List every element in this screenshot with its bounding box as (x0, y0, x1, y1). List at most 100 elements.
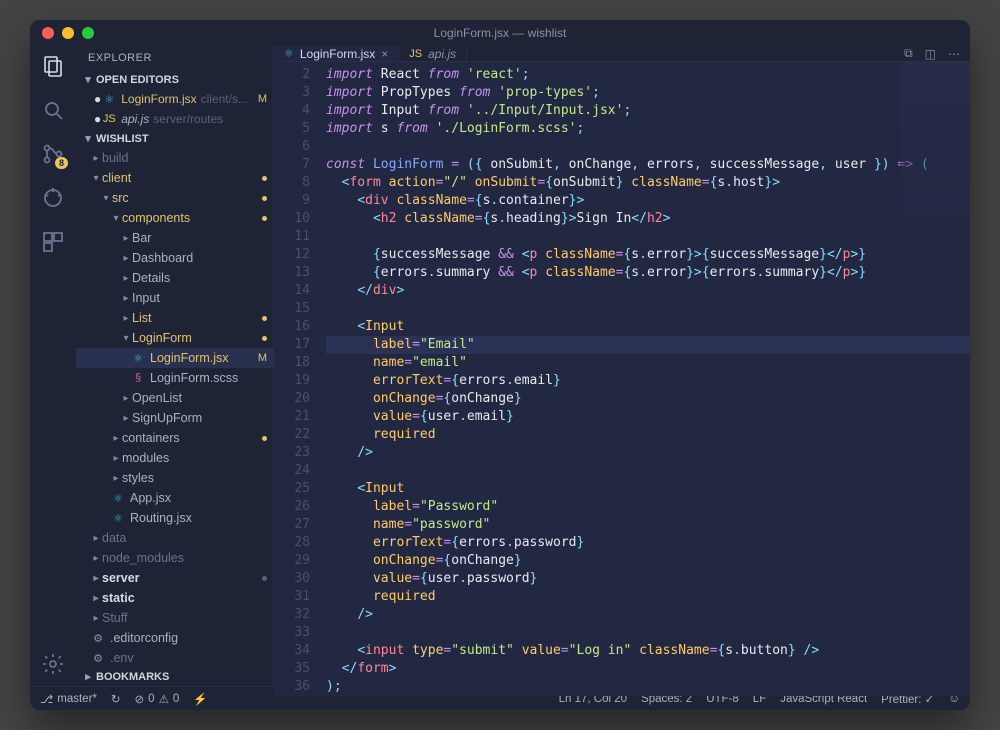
line-number[interactable]: 21 (274, 408, 310, 426)
search-icon[interactable] (41, 98, 65, 122)
line-number[interactable]: 32 (274, 606, 310, 624)
explorer-icon[interactable] (41, 54, 65, 78)
line-number[interactable]: 29 (274, 552, 310, 570)
code-content[interactable]: import React from 'react';import PropTyp… (322, 62, 970, 696)
bookmarks-header[interactable]: ▸ BOOKMARKS (76, 667, 273, 686)
code-line[interactable]: /> (326, 606, 970, 624)
source-control-icon[interactable]: 8 (41, 142, 65, 166)
code-line[interactable]: name="password" (326, 516, 970, 534)
code-line[interactable]: ); (326, 678, 970, 696)
line-number[interactable]: 7 (274, 156, 310, 174)
file-item[interactable]: ⚛LoginForm.jsxM (76, 348, 273, 368)
line-number[interactable]: 14 (274, 282, 310, 300)
code-line[interactable] (326, 624, 970, 642)
folder-item[interactable]: ▸Input (76, 288, 273, 308)
open-editor-item[interactable]: ● JSapi.jsserver/routes (76, 109, 273, 129)
line-number[interactable]: 20 (274, 390, 310, 408)
code-line[interactable]: /> (326, 444, 970, 462)
code-line[interactable]: {successMessage && <p className={s.error… (326, 246, 970, 264)
line-number[interactable]: 15 (274, 300, 310, 318)
line-number[interactable]: 10 (274, 210, 310, 228)
line-gutter[interactable]: 2345678910111213141516171819202122232425… (274, 62, 322, 696)
folder-item[interactable]: ▸Dashboard (76, 248, 273, 268)
file-item[interactable]: ⚛Routing.jsx (76, 508, 273, 528)
line-number[interactable]: 9 (274, 192, 310, 210)
code-line[interactable]: onChange={onChange} (326, 390, 970, 408)
folder-item[interactable]: ▸node_modules (76, 548, 273, 568)
line-number[interactable]: 18 (274, 354, 310, 372)
folder-item[interactable]: ▾LoginForm (76, 328, 273, 348)
code-line[interactable]: </form> (326, 660, 970, 678)
line-number[interactable]: 12 (274, 246, 310, 264)
folder-item[interactable]: ▸build (76, 148, 273, 168)
code-line[interactable]: errorText={errors.email} (326, 372, 970, 390)
folder-item[interactable]: ▸Details (76, 268, 273, 288)
code-line[interactable] (326, 228, 970, 246)
folder-item[interactable]: ▸OpenList (76, 388, 273, 408)
line-number[interactable]: 23 (274, 444, 310, 462)
line-number[interactable]: 34 (274, 642, 310, 660)
code-line[interactable]: onChange={onChange} (326, 552, 970, 570)
code-line[interactable]: </div> (326, 282, 970, 300)
editor-tab[interactable]: ⚛LoginForm.jsx× (274, 46, 399, 61)
line-number[interactable]: 30 (274, 570, 310, 588)
folder-item[interactable]: ▸SignUpForm (76, 408, 273, 428)
code-line[interactable]: required (326, 588, 970, 606)
code-line[interactable]: <form action="/" onSubmit={onSubmit} cla… (326, 174, 970, 192)
line-number[interactable]: 16 (274, 318, 310, 336)
folder-item[interactable]: ▸Stuff (76, 608, 273, 628)
code-line[interactable]: <Input (326, 318, 970, 336)
code-line[interactable]: import React from 'react'; (326, 66, 970, 84)
file-item[interactable]: ⚙.editorconfig (76, 628, 273, 648)
folder-item[interactable]: ▾src (76, 188, 273, 208)
editor-tab[interactable]: JSapi.js (399, 46, 467, 61)
close-tab-icon[interactable]: × (381, 47, 388, 61)
line-number[interactable]: 33 (274, 624, 310, 642)
more-actions-icon[interactable]: ⋯ (948, 47, 960, 61)
code-line[interactable]: required (326, 426, 970, 444)
code-line[interactable]: <h2 className={s.heading}>Sign In</h2> (326, 210, 970, 228)
line-number[interactable]: 28 (274, 534, 310, 552)
line-number[interactable]: 3 (274, 84, 310, 102)
code-line[interactable]: errorText={errors.password} (326, 534, 970, 552)
line-number[interactable]: 2 (274, 66, 310, 84)
code-editor[interactable]: 2345678910111213141516171819202122232425… (274, 62, 970, 696)
code-line[interactable] (326, 138, 970, 156)
code-line[interactable]: <Input (326, 480, 970, 498)
folder-item[interactable]: ▸static (76, 588, 273, 608)
code-line[interactable] (326, 300, 970, 318)
line-number[interactable]: 26 (274, 498, 310, 516)
folder-item[interactable]: ▸styles (76, 468, 273, 488)
line-number[interactable]: 11 (274, 228, 310, 246)
code-line[interactable]: value={user.password} (326, 570, 970, 588)
code-line[interactable]: name="email" (326, 354, 970, 372)
line-number[interactable]: 31 (274, 588, 310, 606)
folder-item[interactable]: ▾components (76, 208, 273, 228)
file-item[interactable]: ⚛App.jsx (76, 488, 273, 508)
sync-button[interactable]: ↻ (111, 692, 121, 706)
code-line[interactable]: value={user.email} (326, 408, 970, 426)
compare-changes-icon[interactable]: ⧉ (904, 46, 913, 61)
problems-indicator[interactable]: ⊘0 ⚠0 (135, 692, 180, 706)
branch-indicator[interactable]: ⎇ master* (40, 692, 97, 706)
folder-item[interactable]: ▾client (76, 168, 273, 188)
line-number[interactable]: 22 (274, 426, 310, 444)
split-editor-icon[interactable]: ◫ (925, 47, 936, 61)
code-line[interactable]: <div className={s.container}> (326, 192, 970, 210)
line-number[interactable]: 19 (274, 372, 310, 390)
titlebar[interactable]: LoginForm.jsx — wishlist (30, 20, 970, 46)
code-line[interactable]: import PropTypes from 'prop-types'; (326, 84, 970, 102)
line-number[interactable]: 24 (274, 462, 310, 480)
line-number[interactable]: 27 (274, 516, 310, 534)
code-line[interactable]: {errors.summary && <p className={s.error… (326, 264, 970, 282)
open-editor-item[interactable]: ● ⚛LoginForm.jsxclient/s...M (76, 89, 273, 109)
code-line[interactable]: import s from './LoginForm.scss'; (326, 120, 970, 138)
line-number[interactable]: 4 (274, 102, 310, 120)
code-line[interactable]: label="Email" (326, 336, 970, 354)
folder-item[interactable]: ▸data (76, 528, 273, 548)
code-line[interactable]: <input type="submit" value="Log in" clas… (326, 642, 970, 660)
code-line[interactable] (326, 462, 970, 480)
file-item[interactable]: ⚙.env (76, 648, 273, 667)
line-number[interactable]: 17 (274, 336, 310, 354)
file-tree[interactable]: ▸build▾client▾src▾components▸Bar▸Dashboa… (76, 148, 273, 667)
